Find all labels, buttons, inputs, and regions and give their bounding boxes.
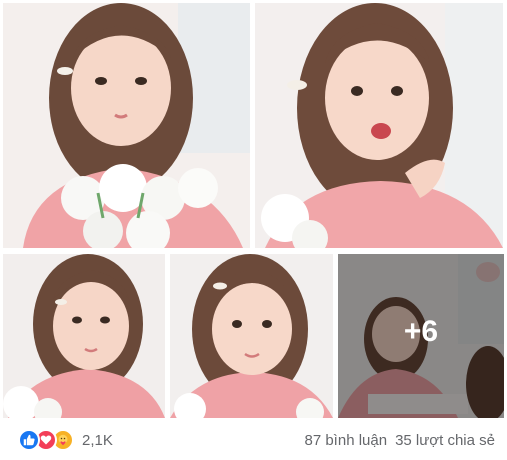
- reactions-summary[interactable]: [18, 429, 74, 451]
- like-icon: [18, 429, 40, 451]
- comments-count[interactable]: 87 bình luận: [304, 432, 387, 449]
- photo-4[interactable]: [170, 254, 333, 418]
- photo-5-more[interactable]: +6: [338, 254, 504, 418]
- photo-2[interactable]: [255, 3, 503, 248]
- post-stats: 87 bình luận 35 lượt chia sẻ: [304, 432, 495, 449]
- photo-3[interactable]: [3, 254, 165, 418]
- photo-1[interactable]: [3, 3, 250, 248]
- photo-grid: +6: [0, 0, 507, 420]
- more-photos-count: +6: [403, 315, 439, 348]
- more-photos-overlay[interactable]: +6: [338, 254, 504, 418]
- shares-count[interactable]: 35 lượt chia sẻ: [395, 432, 495, 449]
- reaction-count[interactable]: 2,1K: [82, 432, 113, 449]
- post-footer: 2,1K 87 bình luận 35 lượt chia sẻ: [0, 420, 507, 460]
